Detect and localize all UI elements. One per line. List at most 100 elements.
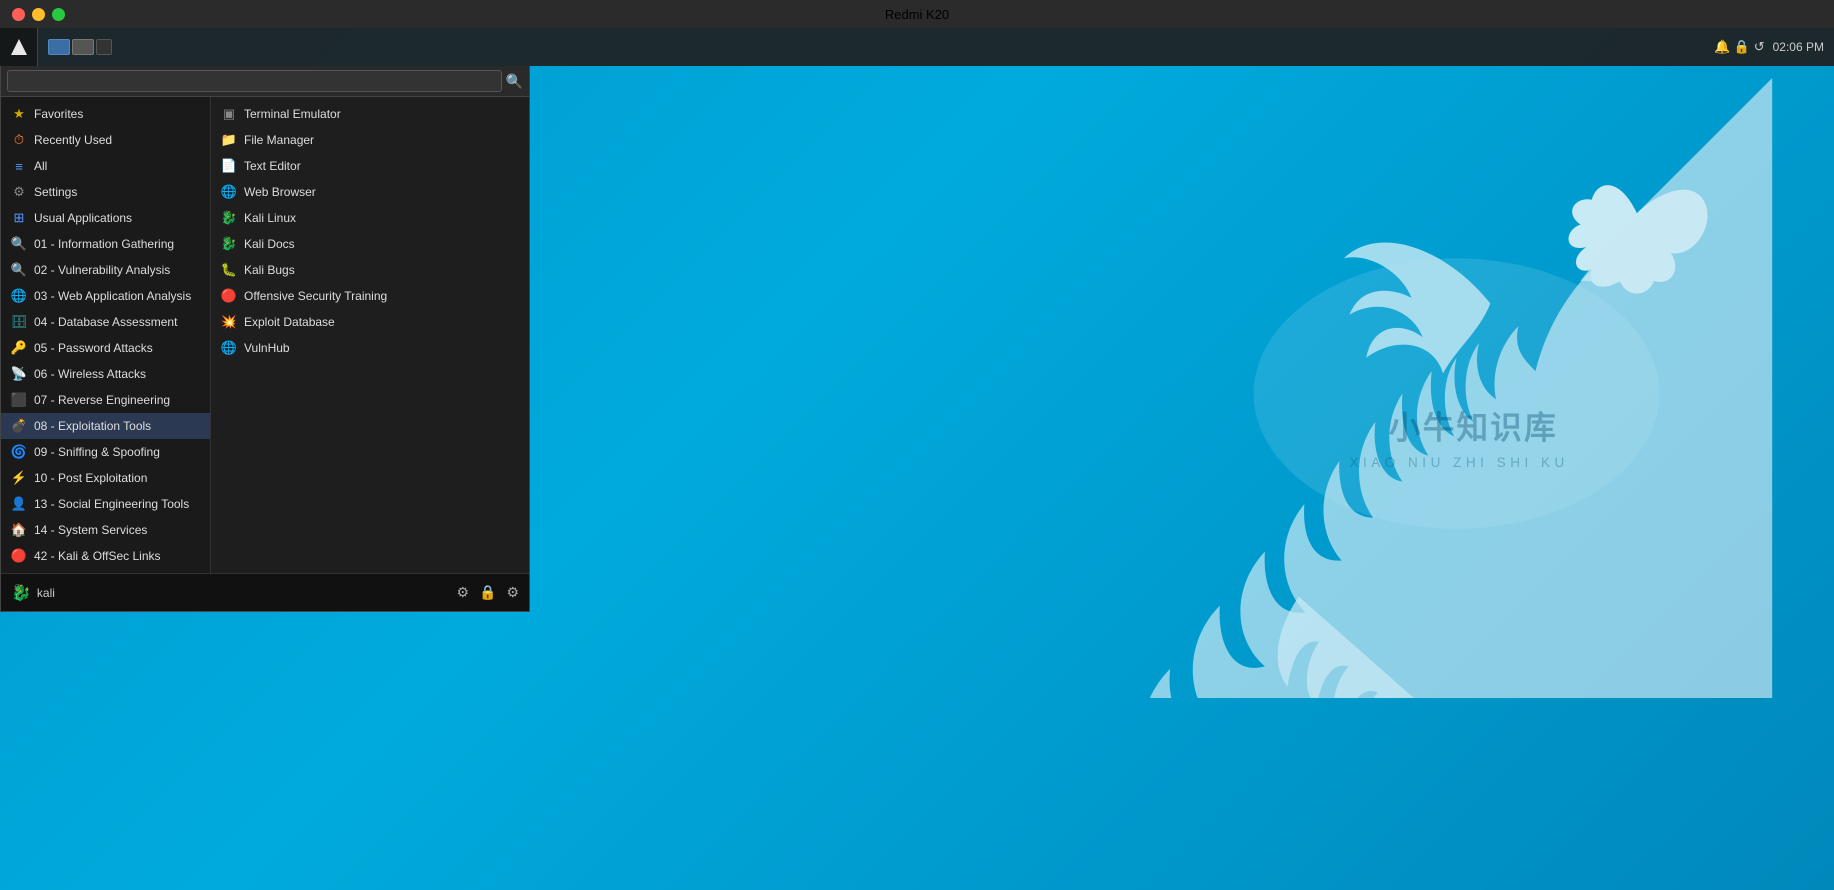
menu-right-item-kali-linux[interactable]: 🐉Kali Linux bbox=[211, 205, 529, 231]
menu-left-item-10-post[interactable]: ⚡ 10 - Post Exploitation bbox=[1, 465, 210, 491]
menu-footer-user: 🐉 kali bbox=[11, 583, 55, 603]
offensive-security-icon: 🔴 bbox=[221, 288, 237, 304]
vulnhub-label: VulnHub bbox=[244, 341, 290, 355]
menu-left-item-09-sniff[interactable]: 🌀 09 - Sniffing & Spoofing bbox=[1, 439, 210, 465]
all-icon: ≡ bbox=[11, 158, 27, 174]
kali-docs-label: Kali Docs bbox=[244, 237, 295, 251]
menu-left-item-all[interactable]: ≡ All bbox=[1, 153, 210, 179]
footer-power-icon[interactable]: ⚙ bbox=[506, 584, 519, 601]
menu-right-item-vulnhub[interactable]: 🌐 VulnHub bbox=[211, 335, 529, 361]
taskbar: 🔔 🔒 ↺ 02:06 PM bbox=[0, 28, 1834, 66]
07-rev-label: 07 - Reverse Engineering bbox=[34, 393, 170, 407]
window-title: Redmi K20 bbox=[885, 7, 949, 22]
kali-dragon-icon: 🐉 bbox=[11, 583, 31, 603]
menu-left-item-13-social[interactable]: 👤 13 - Social Engineering Tools bbox=[1, 491, 210, 517]
menu-right-item-offensive-security[interactable]: 🔴 Offensive Security Training bbox=[211, 283, 529, 309]
menu-right-item-file-manager[interactable]: 📁File Manager bbox=[211, 127, 529, 153]
terminal-icon: ▣ bbox=[221, 106, 237, 122]
window-btn-3[interactable] bbox=[96, 39, 112, 55]
menu-left-item-07-rev[interactable]: ⬛ 07 - Reverse Engineering bbox=[1, 387, 210, 413]
menu-left-item-settings[interactable]: ⚙ Settings bbox=[1, 179, 210, 205]
exploit-db-icon: 💥 bbox=[221, 314, 237, 330]
01-info-label: 01 - Information Gathering bbox=[34, 237, 174, 251]
10-post-icon: ⚡ bbox=[11, 470, 27, 486]
start-button[interactable] bbox=[0, 28, 38, 66]
menu-right-item-exploit-db[interactable]: 💥Exploit Database bbox=[211, 309, 529, 335]
05-pass-label: 05 - Password Attacks bbox=[34, 341, 153, 355]
menu-footer-actions: ⚙ 🔒 ⚙ bbox=[456, 584, 519, 601]
menu-left-item-01-info[interactable]: 🔍 01 - Information Gathering bbox=[1, 231, 210, 257]
usual-applications-label: Usual Applications bbox=[34, 211, 132, 225]
minimize-button[interactable] bbox=[32, 8, 45, 21]
recently-used-icon: ⏱ bbox=[11, 132, 27, 148]
username-label: kali bbox=[37, 586, 55, 600]
09-sniff-label: 09 - Sniffing & Spoofing bbox=[34, 445, 160, 459]
menu-left-item-05-pass[interactable]: 🔑05 - Password Attacks bbox=[1, 335, 210, 361]
menu-right-item-kali-docs[interactable]: 🐉 Kali Docs bbox=[211, 231, 529, 257]
04-db-icon: 🗄 bbox=[11, 314, 27, 330]
menu-left-item-08-exploit[interactable]: 💣08 - Exploitation Tools bbox=[1, 413, 210, 439]
menu-left-item-favorites[interactable]: ★ Favorites bbox=[1, 101, 210, 127]
web-browser-label: Web Browser bbox=[244, 185, 316, 199]
menu-right-item-web-browser[interactable]: 🌐 Web Browser bbox=[211, 179, 529, 205]
menu-right-item-terminal[interactable]: ▣ Terminal Emulator bbox=[211, 101, 529, 127]
web-browser-icon: 🌐 bbox=[221, 184, 237, 200]
04-db-label: 04 - Database Assessment bbox=[34, 315, 177, 329]
all-label: All bbox=[34, 159, 47, 173]
window-switcher bbox=[48, 39, 112, 55]
10-post-label: 10 - Post Exploitation bbox=[34, 471, 147, 485]
kali-bugs-icon: 🐛 bbox=[221, 262, 237, 278]
14-system-label: 14 - System Services bbox=[34, 523, 147, 537]
kali-docs-icon: 🐉 bbox=[221, 236, 237, 252]
taskbar-left bbox=[38, 39, 118, 55]
recently-used-label: Recently Used bbox=[34, 133, 112, 147]
text-editor-label: Text Editor bbox=[244, 159, 301, 173]
menu-body: ★ Favorites ⏱ Recently Used ≡ All ⚙ Settings ⊞ Us… bbox=[1, 97, 529, 573]
favorites-label: Favorites bbox=[34, 107, 83, 121]
menu-right-item-text-editor[interactable]: 📄Text Editor bbox=[211, 153, 529, 179]
file-manager-label: File Manager bbox=[244, 133, 314, 147]
window-btn-2[interactable] bbox=[72, 39, 94, 55]
menu-left-item-14-system[interactable]: 🏠 14 - System Services bbox=[1, 517, 210, 543]
menu-search-input[interactable] bbox=[7, 70, 502, 92]
menu-right-panel: ▣ Terminal Emulator 📁File Manager📄Text Edi… bbox=[211, 97, 529, 573]
app-menu: 🔍 ★ Favorites ⏱ Recently Used ≡ All ⚙ Settings ⊞… bbox=[0, 66, 530, 612]
09-sniff-icon: 🌀 bbox=[11, 444, 27, 460]
maximize-button[interactable] bbox=[52, 8, 65, 21]
menu-left-item-42-kali[interactable]: 🔴42 - Kali & OffSec Links bbox=[1, 543, 210, 569]
42-kali-label: 42 - Kali & OffSec Links bbox=[34, 549, 161, 563]
footer-settings-icon[interactable]: ⚙ bbox=[456, 584, 469, 601]
01-info-icon: 🔍 bbox=[11, 236, 27, 252]
offensive-security-label: Offensive Security Training bbox=[244, 289, 387, 303]
taskbar-clock: 02:06 PM bbox=[1773, 40, 1824, 54]
taskbar-right: 🔔 🔒 ↺ 02:06 PM bbox=[1704, 39, 1834, 55]
settings-label: Settings bbox=[34, 185, 77, 199]
06-wifi-icon: 📡 bbox=[11, 366, 27, 382]
start-icon bbox=[9, 37, 29, 57]
menu-search-bar: 🔍 bbox=[1, 66, 529, 97]
menu-left-item-02-vuln[interactable]: 🔍02 - Vulnerability Analysis bbox=[1, 257, 210, 283]
menu-right-item-kali-bugs[interactable]: 🐛Kali Bugs bbox=[211, 257, 529, 283]
desktop: 🔔 🔒 ↺ 02:06 PM 🔍 ★ Favorites ⏱ Recently Use… bbox=[0, 28, 1834, 890]
08-exploit-label: 08 - Exploitation Tools bbox=[34, 419, 151, 433]
titlebar: Redmi K20 bbox=[0, 0, 1834, 28]
footer-lock-icon[interactable]: 🔒 bbox=[479, 584, 496, 601]
menu-left-item-04-db[interactable]: 🗄 04 - Database Assessment bbox=[1, 309, 210, 335]
menu-left-item-recently-used[interactable]: ⏱ Recently Used bbox=[1, 127, 210, 153]
favorites-icon: ★ bbox=[11, 106, 27, 122]
settings-icon: ⚙ bbox=[11, 184, 27, 200]
usual-applications-icon: ⊞ bbox=[11, 210, 27, 226]
07-rev-icon: ⬛ bbox=[11, 392, 27, 408]
03-web-label: 03 - Web Application Analysis bbox=[34, 289, 191, 303]
menu-left-item-06-wifi[interactable]: 📡06 - Wireless Attacks bbox=[1, 361, 210, 387]
terminal-label: Terminal Emulator bbox=[244, 107, 341, 121]
menu-left-item-usual-applications[interactable]: ⊞ Usual Applications bbox=[1, 205, 210, 231]
13-social-label: 13 - Social Engineering Tools bbox=[34, 497, 189, 511]
menu-left-item-03-web[interactable]: 🌐03 - Web Application Analysis bbox=[1, 283, 210, 309]
close-button[interactable] bbox=[12, 8, 25, 21]
window-btn-1[interactable] bbox=[48, 39, 70, 55]
14-system-icon: 🏠 bbox=[11, 522, 27, 538]
02-vuln-label: 02 - Vulnerability Analysis bbox=[34, 263, 170, 277]
vulnhub-icon: 🌐 bbox=[221, 340, 237, 356]
13-social-icon: 👤 bbox=[11, 496, 27, 512]
